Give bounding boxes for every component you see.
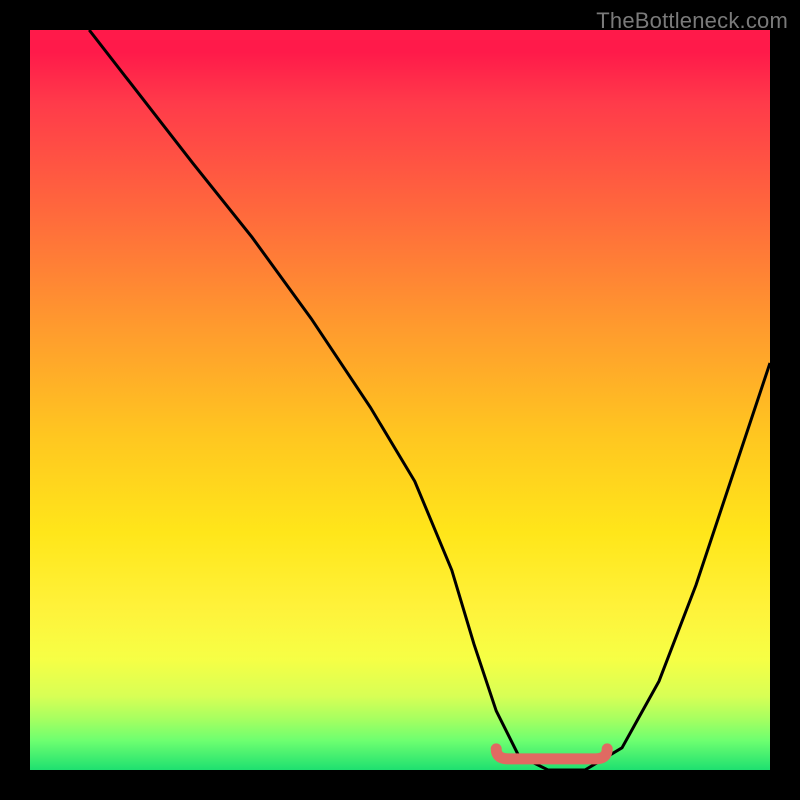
valley-marker-layer (30, 30, 770, 770)
plot-area (30, 30, 770, 770)
valley-marker (496, 749, 607, 759)
chart-frame: TheBottleneck.com (0, 0, 800, 800)
watermark-text: TheBottleneck.com (596, 8, 788, 34)
